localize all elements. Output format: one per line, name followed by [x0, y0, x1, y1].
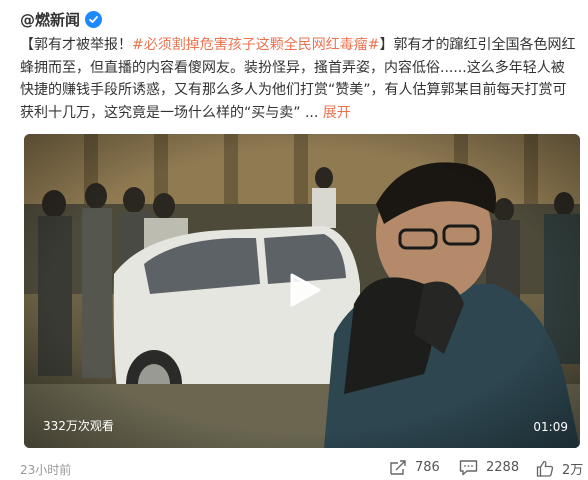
- view-count: 332万次观看: [43, 419, 114, 433]
- post-bracket-close: 】: [379, 37, 394, 53]
- post-ellipsis: ...: [300, 104, 323, 121]
- comment-button[interactable]: 2288: [459, 459, 519, 476]
- comment-count: 2288: [486, 460, 520, 475]
- video-player[interactable]: 332万次观看 01:09: [24, 134, 580, 448]
- post-title: 郭有才被举报！: [34, 37, 132, 53]
- post-bracket-open: 【: [20, 37, 34, 53]
- post-footer: 23小时前 786 2288 2万: [0, 456, 588, 480]
- like-button[interactable]: 2万: [536, 459, 583, 478]
- like-count: 2万: [562, 463, 584, 478]
- expand-link[interactable]: 展开: [323, 105, 351, 121]
- comment-icon: [459, 460, 478, 476]
- post-time: 23小时前: [20, 463, 72, 477]
- play-icon[interactable]: [286, 272, 322, 308]
- video-duration: 01:09: [533, 420, 568, 434]
- repost-icon: [390, 460, 406, 475]
- hashtag-link[interactable]: #必须割掉危害孩子这颗全民网红毒瘤#: [132, 37, 379, 53]
- repost-count: 786: [415, 460, 440, 475]
- post-header: @燃新闻: [20, 8, 103, 30]
- author-name[interactable]: @燃新闻: [20, 9, 80, 30]
- post-text: 【郭有才被举报！#必须割掉危害孩子这颗全民网红毒瘤#】郭有才的蹿红引全国各色网红…: [20, 34, 578, 124]
- thumbs-up-icon: [536, 460, 554, 477]
- verified-badge-icon: [85, 10, 103, 28]
- repost-button[interactable]: 786: [389, 459, 440, 476]
